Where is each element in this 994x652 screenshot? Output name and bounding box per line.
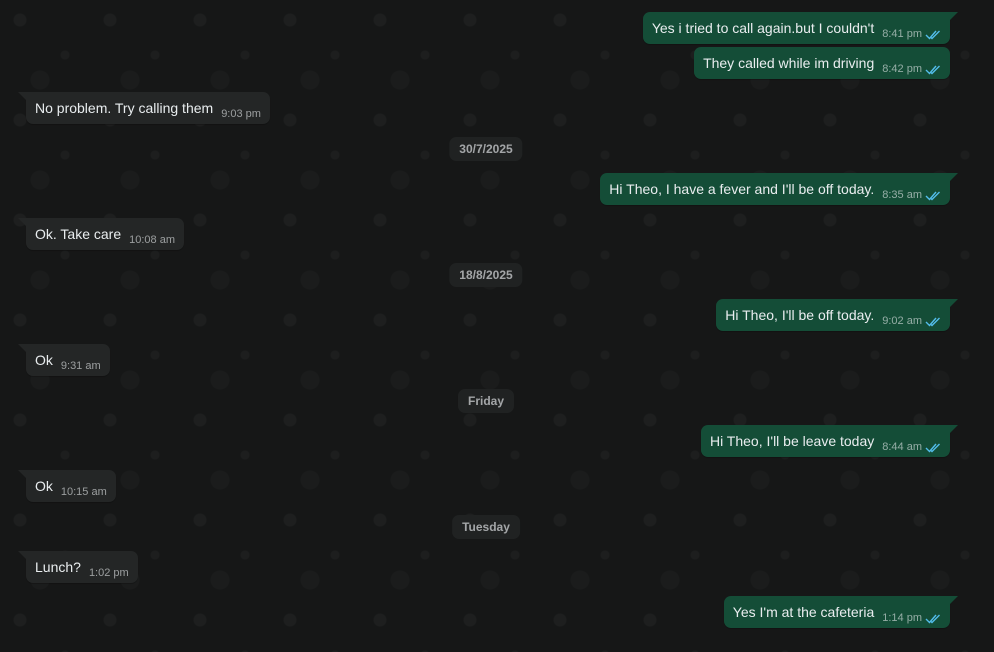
- message-incoming[interactable]: Ok. Take care 10:08 am: [18, 218, 184, 250]
- message-text: They called while im driving: [703, 55, 875, 71]
- double-check-read-icon: [925, 191, 940, 201]
- message-meta: 9:03 pm: [221, 108, 261, 121]
- message-text: Ok: [35, 352, 53, 368]
- message-outgoing[interactable]: Hi Theo, I have a fever and I'll be off …: [600, 173, 958, 205]
- double-check-read-icon: [925, 65, 940, 75]
- date-separator: 18/8/2025: [449, 263, 523, 287]
- message-incoming[interactable]: Ok 9:31 am: [18, 344, 110, 376]
- message-time: 9:31 am: [60, 360, 101, 372]
- message-time: 10:08 am: [129, 234, 175, 246]
- message-outgoing[interactable]: Hi Theo, I'll be off today. 9:02 am: [716, 299, 958, 331]
- message-time: 8:42 pm: [882, 63, 922, 75]
- message-text: Hi Theo, I'll be off today.: [725, 307, 875, 323]
- message-meta: 9:02 am: [882, 315, 941, 328]
- double-check-read-icon: [925, 317, 940, 327]
- message-outgoing[interactable]: They called while im driving 8:42 pm: [694, 47, 950, 79]
- message-meta: 10:08 am: [129, 234, 175, 247]
- chat-messages-pane[interactable]: Yes i tried to call again.but I couldn't…: [0, 0, 994, 652]
- message-text: Lunch?: [35, 559, 81, 575]
- message-text: Hi Theo, I have a fever and I'll be off …: [609, 181, 875, 197]
- message-meta: 10:15 am: [61, 486, 107, 499]
- double-check-read-icon: [925, 443, 940, 453]
- date-separator: Tuesday: [452, 515, 520, 539]
- message-meta: 8:41 pm: [882, 28, 941, 41]
- message-incoming[interactable]: No problem. Try calling them 9:03 pm: [18, 92, 270, 124]
- message-incoming[interactable]: Ok 10:15 am: [18, 470, 116, 502]
- message-text: Yes i tried to call again.but I couldn't: [651, 20, 875, 36]
- message-time: 1:14 pm: [882, 612, 922, 624]
- message-time: 9:03 pm: [221, 108, 261, 120]
- message-text: Ok. Take care: [35, 226, 122, 242]
- message-outgoing[interactable]: Hi Theo, I'll be leave today 8:44 am: [700, 425, 959, 457]
- message-time: 9:02 am: [882, 315, 922, 327]
- message-outgoing[interactable]: Yes I'm at the cafeteria 1:14 pm: [723, 596, 959, 628]
- message-meta: 8:42 pm: [882, 63, 941, 76]
- message-meta: 8:35 am: [882, 189, 941, 202]
- message-incoming[interactable]: Lunch? 1:02 pm: [18, 551, 138, 583]
- message-meta: 9:31 am: [61, 360, 101, 373]
- date-separator: Friday: [457, 389, 515, 413]
- message-meta: 8:44 am: [882, 441, 941, 454]
- message-meta: 1:02 pm: [89, 567, 129, 580]
- message-text: Ok: [35, 478, 53, 494]
- message-text: Yes I'm at the cafeteria: [732, 604, 875, 620]
- message-time: 8:41 pm: [882, 28, 922, 40]
- message-time: 8:44 am: [882, 441, 922, 453]
- message-text: No problem. Try calling them: [35, 100, 214, 116]
- message-text: Hi Theo, I'll be leave today: [709, 433, 875, 449]
- message-time: 1:02 pm: [88, 567, 129, 579]
- double-check-read-icon: [925, 614, 940, 624]
- message-outgoing[interactable]: Yes i tried to call again.but I couldn't…: [642, 12, 959, 44]
- date-separator: 30/7/2025: [449, 137, 523, 161]
- double-check-read-icon: [925, 30, 940, 40]
- message-time: 10:15 am: [60, 486, 107, 498]
- message-meta: 1:14 pm: [882, 612, 941, 625]
- message-time: 8:35 am: [882, 189, 922, 201]
